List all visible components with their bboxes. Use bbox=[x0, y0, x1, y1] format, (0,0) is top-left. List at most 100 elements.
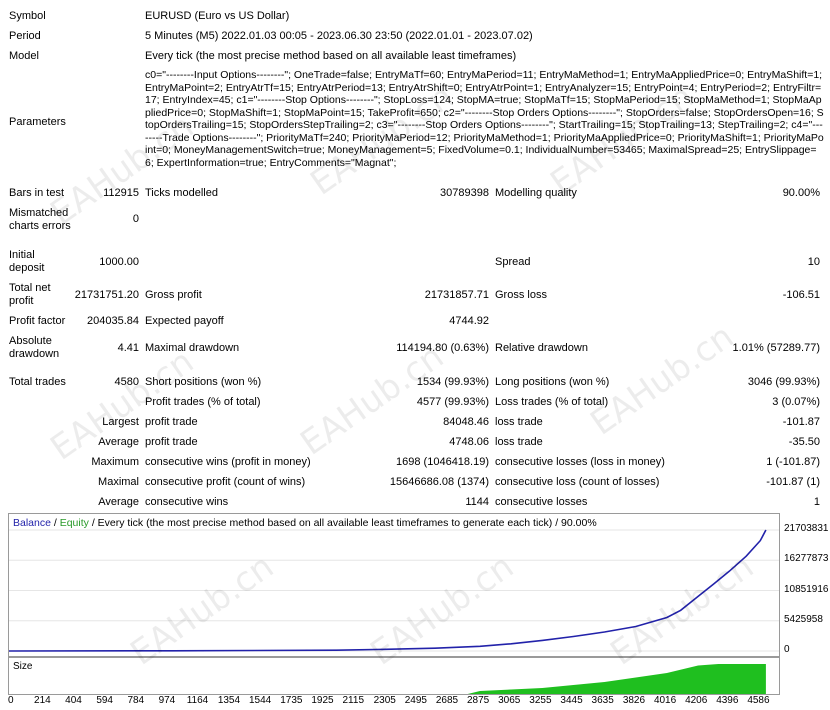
deposit-label-1: Initial bbox=[9, 249, 35, 261]
x-tick-label: 1735 bbox=[280, 695, 303, 706]
average-loss-value: -35.50 bbox=[788, 436, 820, 448]
net-profit-value: 21731751.20 bbox=[74, 289, 139, 301]
maximal-consecutive-profit-value: 15646686.08 (1374) bbox=[389, 476, 489, 488]
largest-profit-value: 84048.46 bbox=[443, 416, 489, 428]
x-tick-label: 0 bbox=[8, 695, 14, 706]
x-tick-label: 1354 bbox=[217, 695, 241, 706]
period-label: Period bbox=[9, 30, 41, 42]
short-positions-label: Short positions (won %) bbox=[145, 376, 262, 388]
balance-chart bbox=[8, 513, 780, 657]
max-consecutive-wins-value: 1698 (1046418.19) bbox=[396, 456, 489, 468]
largest-loss-value: -101.87 bbox=[782, 416, 820, 428]
maximal-dd-value: 114194.80 (0.63%) bbox=[396, 342, 489, 354]
y-tick-label: 10851916 bbox=[784, 583, 829, 595]
x-tick-label: 1544 bbox=[248, 695, 272, 706]
x-tick-label: 2875 bbox=[467, 695, 490, 706]
legend-sep: / bbox=[50, 517, 60, 529]
legend-rest: / Every tick (the most precise method ba… bbox=[88, 517, 597, 529]
total-trades-value: 4580 bbox=[114, 376, 139, 388]
absolute-dd-value: 4.41 bbox=[117, 342, 139, 354]
average-profit-label: profit trade bbox=[145, 436, 198, 448]
avg-consecutive-losses-label: consecutive losses bbox=[495, 496, 588, 508]
expected-payoff-label: Expected payoff bbox=[145, 315, 224, 327]
spread-value: 10 bbox=[807, 256, 820, 268]
largest-profit-label: profit trade bbox=[145, 416, 198, 428]
parameters-value: c0="--------Input Options--------"; OneT… bbox=[145, 69, 824, 169]
x-tick-label: 4016 bbox=[653, 695, 677, 706]
x-tick-label: 1925 bbox=[311, 695, 334, 706]
total-trades-label: Total trades bbox=[9, 376, 66, 388]
maximal-consecutive-profit-label: consecutive profit (count of wins) bbox=[145, 476, 306, 488]
x-tick-label: 3826 bbox=[622, 695, 646, 706]
size-area bbox=[9, 664, 766, 694]
y-tick-label: 16277873 bbox=[784, 553, 829, 565]
average-profit-value: 4748.06 bbox=[449, 436, 489, 448]
maximal-consecutive-loss-label: consecutive loss (count of losses) bbox=[495, 476, 660, 488]
largest-loss-label: loss trade bbox=[495, 416, 543, 428]
x-tick-label: 2685 bbox=[435, 695, 459, 706]
avg-consecutive-wins-label: consecutive wins bbox=[145, 496, 229, 508]
bars-value: 112915 bbox=[103, 187, 139, 199]
net-profit-label-2: profit bbox=[9, 295, 34, 307]
long-positions-value: 3046 (99.93%) bbox=[747, 376, 820, 388]
y-tick-label: 0 bbox=[784, 644, 790, 655]
y-tick-label: 5425958 bbox=[784, 613, 823, 625]
x-tick-label: 974 bbox=[158, 695, 176, 706]
deposit-value: 1000.00 bbox=[99, 256, 139, 268]
average-loss-label: loss trade bbox=[495, 436, 543, 448]
mismatch-value: 0 bbox=[132, 213, 139, 225]
symbol-label: Symbol bbox=[9, 10, 46, 22]
spread-label: Spread bbox=[495, 256, 531, 268]
absolute-dd-label-2: drawdown bbox=[9, 348, 60, 360]
x-tick-label: 4586 bbox=[747, 695, 770, 706]
size-chart-plot bbox=[9, 664, 766, 694]
quality-label: Modelling quality bbox=[495, 187, 577, 199]
average2-label: Average bbox=[98, 496, 139, 508]
x-tick-label: 784 bbox=[127, 695, 145, 706]
x-tick-label: 4206 bbox=[685, 695, 708, 706]
x-tick-label: 214 bbox=[34, 695, 51, 706]
average-label: Average bbox=[98, 436, 139, 448]
largest-label: Largest bbox=[102, 416, 139, 428]
x-tick-label: 404 bbox=[65, 695, 82, 706]
gross-profit-value: 21731857.71 bbox=[424, 289, 489, 301]
avg-consecutive-wins-value: 1144 bbox=[465, 496, 489, 508]
model-value: Every tick (the most precise method base… bbox=[145, 50, 517, 62]
relative-dd-label: Relative drawdown bbox=[495, 342, 588, 354]
x-tick-label: 594 bbox=[96, 695, 113, 706]
x-tick-label: 1164 bbox=[186, 695, 209, 706]
x-tick-label: 2495 bbox=[404, 695, 427, 706]
y-tick-label: 21703831 bbox=[784, 523, 829, 534]
profit-trades-label: Profit trades (% of total) bbox=[145, 396, 261, 408]
x-tick-label: 3635 bbox=[591, 695, 614, 706]
maximum-label: Maximum bbox=[91, 456, 139, 468]
chart-legend: Balance / Equity / Every tick (the most … bbox=[13, 517, 597, 529]
max-consecutive-losses-label: consecutive losses (loss in money) bbox=[495, 456, 665, 468]
max-consecutive-wins-label: consecutive wins (profit in money) bbox=[145, 456, 311, 468]
parameters-label: Parameters bbox=[9, 116, 66, 128]
size-chart bbox=[8, 657, 780, 695]
size-label: Size bbox=[13, 661, 33, 672]
legend-balance[interactable]: Balance bbox=[13, 517, 51, 529]
x-tick-label: 4396 bbox=[716, 695, 739, 706]
model-label: Model bbox=[9, 50, 39, 62]
x-tick-label: 2115 bbox=[342, 695, 365, 706]
loss-trades-label: Loss trades (% of total) bbox=[495, 396, 609, 408]
profit-factor-label: Profit factor bbox=[9, 315, 66, 327]
maximal-dd-label: Maximal drawdown bbox=[145, 342, 240, 354]
max-consecutive-losses-value: 1 (-101.87) bbox=[766, 456, 820, 468]
short-positions-value: 1534 (99.93%) bbox=[416, 376, 489, 388]
relative-dd-value: 1.01% (57289.77) bbox=[732, 342, 820, 354]
gross-profit-label: Gross profit bbox=[145, 289, 202, 301]
ticks-value: 30789398 bbox=[440, 187, 489, 199]
expected-payoff-value: 4744.92 bbox=[449, 315, 489, 327]
x-tick-label: 2305 bbox=[373, 695, 396, 706]
bars-label: Bars in test bbox=[9, 187, 65, 199]
legend-equity[interactable]: Equity bbox=[60, 517, 89, 529]
maximal-consecutive-loss-value: -101.87 (1) bbox=[766, 476, 820, 488]
absolute-dd-label-1: Absolute bbox=[9, 335, 52, 347]
profit-factor-value: 204035.84 bbox=[87, 315, 139, 327]
gross-loss-value: -106.51 bbox=[782, 289, 820, 301]
avg-consecutive-losses-value: 1 bbox=[813, 496, 820, 508]
ticks-label: Ticks modelled bbox=[145, 187, 218, 199]
